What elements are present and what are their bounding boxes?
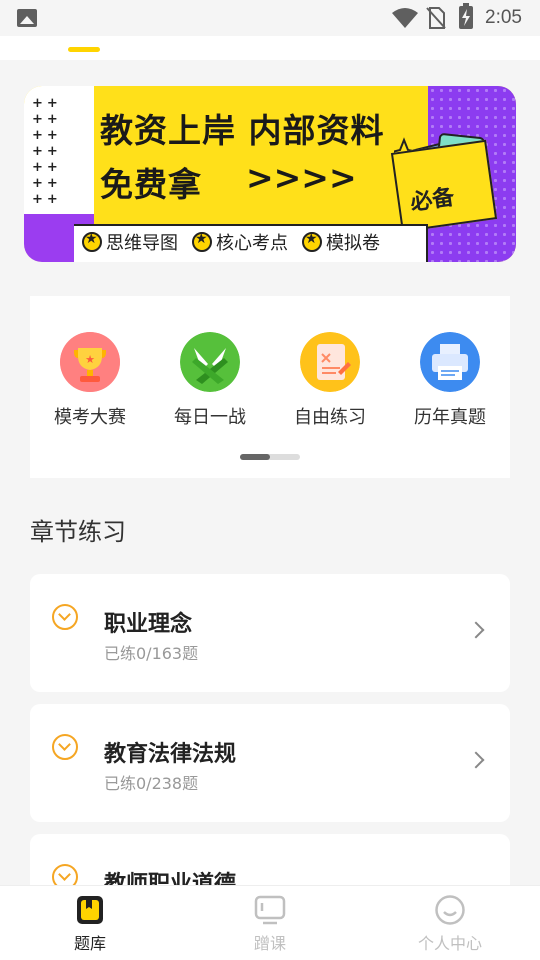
chapter-card[interactable]: 教育法律法规 已练0/238题 — [30, 704, 510, 822]
banner-arrows: >>>> — [246, 158, 357, 197]
chapter-card[interactable]: 职业理念 已练0/163题 — [30, 574, 510, 692]
banner-tag: 核心考点 — [192, 229, 288, 255]
entry-free-practice[interactable]: 自由练习 — [280, 332, 380, 429]
nav-label: 蹭课 — [253, 934, 286, 953]
entry-label: 模考大赛 — [54, 407, 126, 428]
trophy-icon: ★ — [60, 332, 120, 392]
entry-mock-contest[interactable]: ★ 模考大赛 — [40, 332, 140, 429]
page-indicator-thumb — [240, 454, 270, 460]
section-title: 章节练习 — [30, 518, 126, 546]
entry-label: 每日一战 — [174, 407, 246, 428]
image-icon — [17, 9, 37, 27]
wifi-icon — [392, 8, 418, 28]
promo-banner[interactable]: ++++++++++++++ 教资上岸 内部资料 免费拿 >>>> 必备 思维导… — [24, 86, 516, 262]
nav-label: 题库 — [73, 934, 106, 953]
chapter-name: 职业理念 — [104, 612, 193, 637]
chapter-progress: 已练0/238题 — [104, 774, 199, 793]
clock: 2:05 — [485, 7, 522, 28]
nav-tab-question-bank[interactable]: 题库 — [30, 894, 150, 954]
bottom-nav: 题库 蹭课 个人中心 — [0, 885, 540, 960]
tab-indicator — [68, 47, 100, 52]
entry-label: 自由练习 — [294, 407, 366, 428]
banner-tags: 思维导图 核心考点 模拟卷 — [82, 229, 380, 255]
chapter-progress: 已练0/163题 — [104, 644, 199, 663]
chevron-down-icon[interactable] — [52, 734, 78, 760]
smiley-icon — [434, 894, 466, 926]
entry-label: 历年真题 — [414, 407, 486, 428]
scroll-shuffle-icon — [300, 332, 360, 392]
status-bar: 2:05 — [0, 0, 540, 36]
nav-tab-courses[interactable]: 蹭课 — [210, 894, 330, 954]
chevron-right-icon — [467, 751, 485, 769]
pen-nib-icon — [180, 332, 240, 392]
battery-icon — [459, 3, 473, 29]
chapter-name: 教育法律法规 — [104, 742, 237, 767]
svg-text:★: ★ — [85, 353, 95, 366]
chevron-right-icon — [467, 621, 485, 639]
top-tab-strip — [0, 36, 540, 60]
plus-pattern: ++ ++ ++ ++ ++ ++ ++ — [32, 96, 62, 207]
chevron-down-icon[interactable] — [52, 604, 78, 630]
star-icon — [192, 231, 212, 252]
banner-title: 教资上岸 内部资料 — [100, 111, 385, 150]
badge-label: 必备 — [408, 185, 456, 216]
entry-past-papers[interactable]: 历年真题 — [400, 332, 500, 429]
star-icon — [302, 231, 322, 252]
entry-daily-battle[interactable]: 每日一战 — [160, 332, 260, 429]
question-bank-icon — [74, 894, 106, 926]
quick-entry-card: ★ 模考大赛 每日一战 自由练习 历年真题 — [30, 296, 510, 478]
banner-tag: 模拟卷 — [302, 229, 380, 255]
nav-label: 个人中心 — [417, 934, 482, 953]
star-icon — [82, 231, 102, 252]
nav-tab-profile[interactable]: 个人中心 — [390, 894, 510, 954]
tv-icon — [254, 894, 286, 926]
printer-icon — [420, 332, 480, 392]
banner-subtitle: 免费拿 — [100, 165, 202, 204]
banner-tag: 思维导图 — [82, 229, 178, 255]
no-sim-icon — [426, 7, 446, 29]
page-indicator — [240, 454, 300, 460]
